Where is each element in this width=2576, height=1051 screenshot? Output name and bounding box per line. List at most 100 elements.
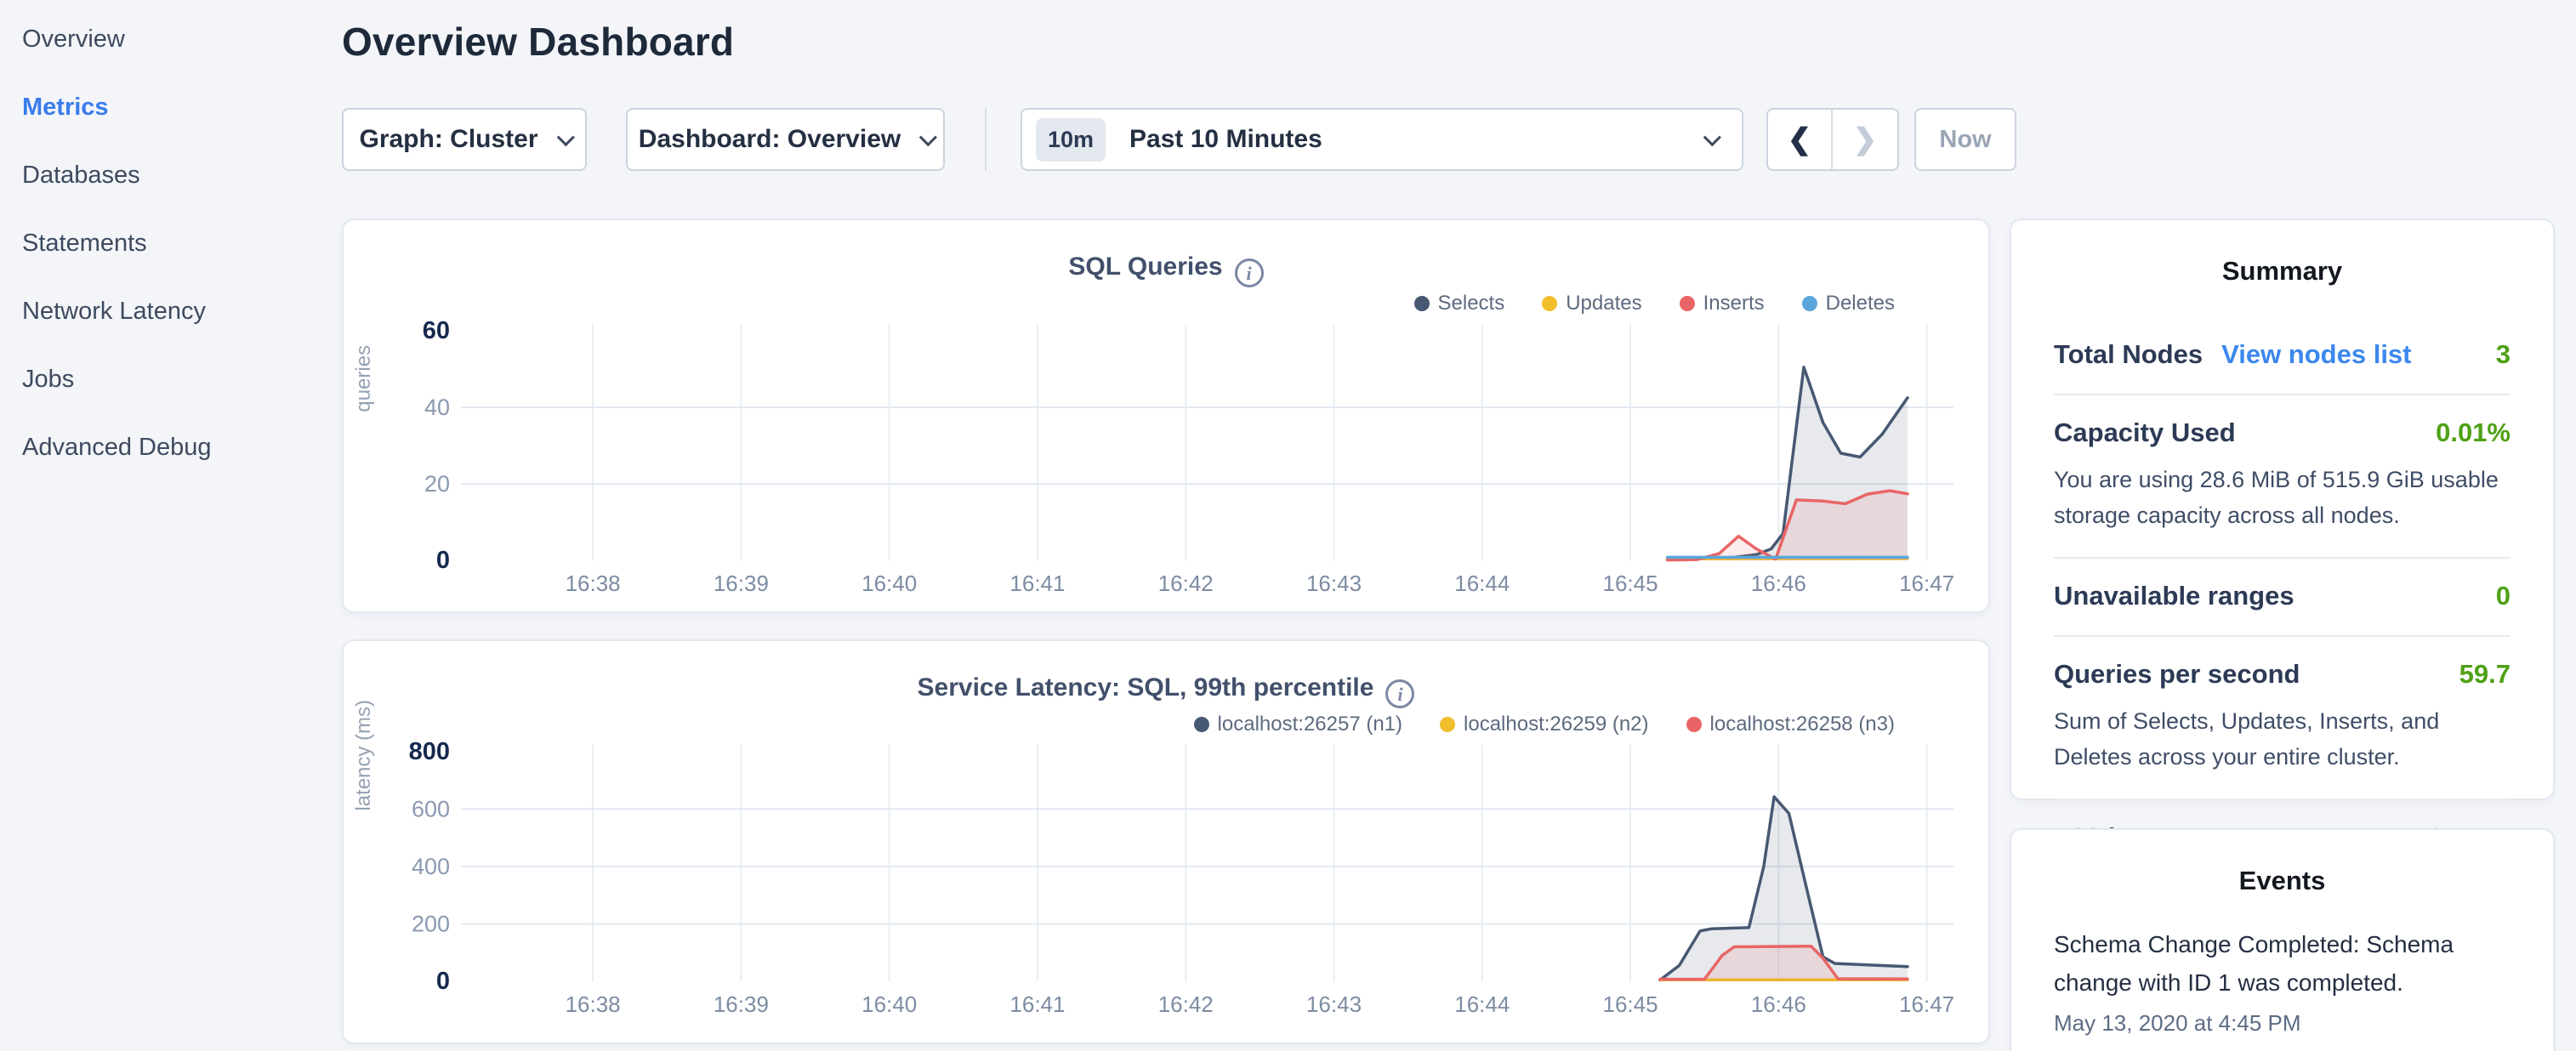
summary-row-value: 0 — [2496, 581, 2511, 611]
summary-row-value: 3 — [2496, 339, 2511, 370]
page-title: Overview Dashboard — [342, 19, 734, 65]
now-button-label: Now — [1939, 126, 1991, 154]
summary-row-value: 59.7 — [2459, 659, 2511, 690]
chevron-down-icon — [919, 128, 937, 146]
legend-dot-icon — [1686, 717, 1702, 732]
service-latency-chart-card: 16:38 16:39 16:40 16:41 16:42 16:43 16:44 16:45… — [342, 639, 1990, 1044]
summary-row-unavailable-ranges: Unavailable ranges 0 — [2054, 559, 2511, 637]
sidebar-item-databases[interactable]: Databases — [0, 141, 340, 209]
chevron-left-icon: ❮ — [1788, 122, 1812, 156]
svg-text:16:38: 16:38 — [566, 991, 621, 1017]
summary-row-total-nodes: Total Nodes View nodes list 3 — [2054, 317, 2511, 395]
event-item: Schema Change Completed: Schema change w… — [2054, 925, 2511, 1037]
svg-text:16:42: 16:42 — [1158, 991, 1214, 1017]
now-button[interactable]: Now — [1914, 108, 2016, 171]
graph-scope-dropdown[interactable]: Graph: Cluster — [342, 108, 587, 171]
legend-item: localhost:26257 (n1) — [1194, 713, 1402, 736]
legend-item: Updates — [1542, 292, 1641, 315]
svg-text:0: 0 — [436, 547, 450, 574]
summary-row-label: Total Nodes — [2054, 339, 2203, 370]
legend-dot-icon — [1680, 296, 1695, 311]
svg-text:16:43: 16:43 — [1306, 571, 1362, 596]
sidebar-item-network-latency[interactable]: Network Latency — [0, 277, 340, 345]
svg-text:16:39: 16:39 — [714, 571, 769, 596]
events-title: Events — [2011, 830, 2553, 896]
svg-text:400: 400 — [412, 854, 450, 879]
chart-title: SQL Queries — [1068, 253, 1222, 281]
summary-title: Summary — [2011, 220, 2553, 287]
chevron-right-icon: ❯ — [1853, 122, 1878, 156]
svg-text:16:43: 16:43 — [1306, 991, 1362, 1017]
toolbar-divider — [985, 108, 987, 171]
svg-text:16:38: 16:38 — [566, 571, 621, 596]
time-range-dropdown[interactable]: 10m Past 10 Minutes — [1021, 108, 1743, 171]
svg-text:16:45: 16:45 — [1603, 571, 1658, 596]
svg-text:16:46: 16:46 — [1751, 991, 1806, 1017]
toolbar: Graph: Cluster Dashboard: Overview 10m P… — [342, 108, 2016, 171]
legend-item: Selects — [1414, 292, 1505, 315]
main-content: Overview Dashboard Graph: Cluster Dashbo… — [342, 0, 2576, 1051]
svg-text:16:45: 16:45 — [1603, 991, 1658, 1017]
svg-text:60: 60 — [423, 317, 450, 344]
summary-row-queries-per-second: Queries per second 59.7 Sum of Selects, … — [2054, 637, 2511, 800]
sidebar-item-advanced-debug[interactable]: Advanced Debug — [0, 413, 340, 481]
summary-panel: Summary Total Nodes View nodes list 3 Ca… — [2010, 219, 2555, 800]
sidebar-item-jobs[interactable]: Jobs — [0, 345, 340, 413]
chart-title-row: Service Latency: SQL, 99th percentile — [344, 673, 1988, 708]
time-step-back-button[interactable]: ❮ — [1768, 110, 1833, 169]
legend-dot-icon — [1414, 296, 1430, 311]
events-panel: Events Schema Change Completed: Schema c… — [2010, 828, 2555, 1051]
time-step-forward-button[interactable]: ❯ — [1833, 110, 1897, 169]
svg-text:20: 20 — [424, 471, 450, 497]
chart-title-row: SQL Queries — [344, 253, 1988, 287]
chevron-down-icon — [556, 128, 574, 146]
legend-dot-icon — [1542, 296, 1557, 311]
chart-title: Service Latency: SQL, 99th percentile — [918, 673, 1374, 702]
info-icon[interactable] — [1385, 679, 1414, 708]
time-range-label: Past 10 Minutes — [1129, 125, 1322, 154]
svg-text:200: 200 — [412, 912, 450, 937]
summary-row-label: Queries per second — [2054, 659, 2300, 690]
chevron-down-icon — [1703, 128, 1721, 146]
sidebar-item-overview[interactable]: Overview — [0, 5, 340, 73]
sidebar: Overview Metrics Databases Statements Ne… — [0, 0, 340, 1051]
svg-text:16:42: 16:42 — [1158, 571, 1214, 596]
sidebar-item-statements[interactable]: Statements — [0, 209, 340, 277]
sql-queries-chart-card: 16:38 16:39 16:40 16:41 16:42 16:43 16:44 16:45… — [342, 219, 1990, 613]
svg-text:16:39: 16:39 — [714, 991, 769, 1017]
legend-item: localhost:26259 (n2) — [1440, 713, 1648, 736]
dashboard-label: Dashboard: Overview — [639, 125, 901, 154]
event-text: Schema Change Completed: Schema change w… — [2054, 925, 2511, 1002]
svg-text:16:44: 16:44 — [1454, 571, 1510, 596]
time-range-badge: 10m — [1036, 118, 1106, 162]
legend-item: Deletes — [1802, 292, 1895, 315]
svg-text:16:47: 16:47 — [1899, 571, 1954, 596]
sidebar-item-metrics[interactable]: Metrics — [0, 73, 340, 141]
svg-text:16:41: 16:41 — [1009, 571, 1065, 596]
summary-row-description: You are using 28.6 MiB of 515.9 GiB usab… — [2054, 462, 2511, 533]
event-timestamp: May 13, 2020 at 4:45 PM — [2054, 1010, 2511, 1037]
svg-text:16:40: 16:40 — [862, 991, 917, 1017]
info-icon[interactable] — [1235, 258, 1264, 287]
dashboard-dropdown[interactable]: Dashboard: Overview — [626, 108, 945, 171]
legend-item: localhost:26258 (n3) — [1686, 713, 1895, 736]
view-nodes-list-link[interactable]: View nodes list — [2221, 339, 2411, 370]
summary-row-capacity-used: Capacity Used 0.01% You are using 28.6 M… — [2054, 395, 2511, 559]
summary-row-value: 0.01% — [2436, 418, 2511, 448]
legend-dot-icon — [1194, 717, 1209, 732]
summary-row-description: Sum of Selects, Updates, Inserts, and De… — [2054, 703, 2511, 775]
svg-text:16:47: 16:47 — [1899, 991, 1954, 1017]
summary-row-label: Capacity Used — [2054, 418, 2236, 448]
svg-text:16:46: 16:46 — [1751, 571, 1806, 596]
svg-text:16:40: 16:40 — [862, 571, 917, 596]
legend-dot-icon — [1802, 296, 1817, 311]
svg-text:40: 40 — [424, 395, 450, 420]
graph-scope-label: Graph: Cluster — [359, 125, 537, 154]
svg-text:16:41: 16:41 — [1009, 991, 1065, 1017]
svg-text:800: 800 — [409, 738, 450, 765]
svg-text:600: 600 — [412, 797, 450, 822]
svg-text:16:44: 16:44 — [1454, 991, 1510, 1017]
chart-legend: localhost:26257 (n1) localhost:26259 (n2)… — [1194, 713, 1895, 736]
legend-item: Inserts — [1680, 292, 1765, 315]
svg-text:0: 0 — [436, 968, 450, 995]
